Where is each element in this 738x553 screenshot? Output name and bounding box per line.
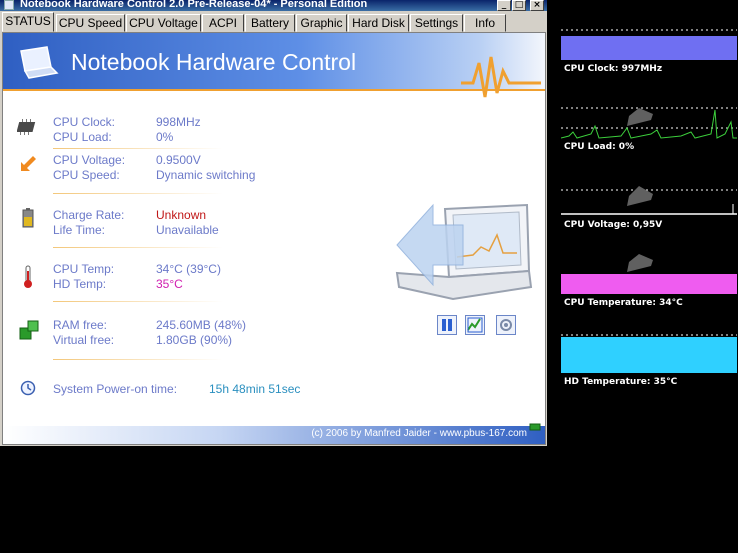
footer-bar: (c) 2006 by Manfred Jaider - www.pbus-16… (3, 423, 545, 444)
monitor-hd-temperature: HD Temperature: 35°C (561, 331, 737, 389)
cpu-temp-label: CPU Temp: (53, 262, 115, 276)
virtual-free-value: 1.80GB (90%) (156, 333, 233, 347)
power-on-label: System Power-on time: (53, 382, 178, 396)
separator (53, 301, 223, 302)
hd-temperature-graph (561, 334, 737, 373)
cpu-load-monitor-label: CPU Load: 0% (564, 142, 635, 152)
separator (53, 359, 223, 360)
pulse-wave-icon (461, 56, 541, 98)
main-window: Notebook Hardware Control 2.0 Pre-Releas… (0, 0, 547, 446)
header-divider (3, 89, 545, 91)
cpu-temperature-monitor-label: CPU Temperature: 34°C (564, 298, 683, 308)
hd-temperature-fill (561, 337, 737, 373)
battery-icon (22, 208, 34, 228)
ram-free-value: 245.60MB (48%) (156, 318, 247, 332)
cpu-load-graph (561, 107, 737, 139)
pause-button[interactable] (437, 315, 457, 335)
cpu-clock-monitor-label: CPU Clock: 997MHz (564, 64, 663, 74)
pause-icon (442, 319, 452, 331)
header-title: Notebook Hardware Control (71, 49, 357, 75)
cpu-load-label: CPU Load: (53, 130, 112, 144)
title-bar[interactable]: Notebook Hardware Control 2.0 Pre-Releas… (0, 0, 547, 11)
monitor-cpu-clock: CPU Clock: 997MHz (561, 18, 737, 76)
ram-free-label: RAM free: (53, 318, 108, 332)
power-on-value: 15h 48min 51sec (209, 382, 301, 396)
window-title: Notebook Hardware Control 2.0 Pre-Releas… (20, 0, 368, 10)
thermometer-icon (24, 265, 32, 288)
cpu-clock-row: CPU Clock: (53, 115, 115, 130)
hd-temperature-monitor-label: HD Temperature: 35°C (564, 377, 678, 387)
separator (53, 193, 223, 194)
status-panel: Notebook Hardware Control CPU Clock: 998… (2, 32, 546, 445)
maximize-button[interactable]: □ (512, 0, 526, 11)
life-time-label: Life Time: (53, 223, 106, 237)
cpu-clock-fill (561, 36, 737, 60)
cpu-voltage-monitor-label: CPU Voltage: 0,95V (564, 220, 663, 230)
separator (53, 247, 223, 248)
charge-rate-label: Charge Rate: (53, 208, 125, 222)
graph-button[interactable] (465, 315, 485, 335)
app-icon (4, 0, 14, 10)
tab-settings[interactable]: Settings (410, 14, 463, 32)
tab-battery[interactable]: Battery (245, 14, 295, 32)
laptop-logo-icon (20, 46, 59, 79)
cpu-voltage-value: 0.9500V (156, 153, 201, 167)
tab-status[interactable]: STATUS (2, 12, 54, 32)
tab-info[interactable]: Info (464, 14, 506, 32)
monitor-cpu-temperature: CPU Temperature: 34°C (561, 252, 737, 310)
voltage-arrow-icon (21, 156, 36, 171)
hd-temp-value: 35°C (156, 277, 183, 291)
tab-cpu-speed[interactable]: CPU Speed (56, 14, 125, 32)
chip-icon (17, 119, 36, 135)
memory-icon (19, 320, 39, 340)
cpu-voltage-label: CPU Voltage: (53, 153, 126, 167)
cpu-temp-value: 34°C (39°C) (156, 262, 221, 276)
memory-chip-icon (529, 423, 541, 431)
close-button[interactable]: × (530, 0, 544, 11)
virtual-free-label: Virtual free: (53, 333, 115, 347)
cpu-speed-label: CPU Speed: (53, 168, 120, 182)
cpu-load-value: 0% (156, 130, 174, 144)
tab-acpi[interactable]: ACPI (202, 14, 244, 32)
life-time-value: Unavailable (156, 223, 219, 237)
tab-hard-disk[interactable]: Hard Disk (348, 14, 409, 32)
cpu-voltage-graph (561, 186, 737, 215)
monitor-cpu-voltage: CPU Voltage: 0,95V (561, 174, 737, 232)
graph-icon (467, 317, 483, 333)
cpu-clock-graph (561, 29, 737, 60)
cpu-clock-label: CPU Clock: (53, 115, 116, 129)
cpu-temperature-fill (561, 274, 737, 294)
cpu-clock-value: 998MHz (156, 115, 201, 129)
monitor-cpu-load: CPU Load: 0% (561, 96, 737, 154)
header-banner: Notebook Hardware Control (3, 33, 545, 98)
settings-button[interactable] (496, 315, 516, 335)
laptop-illustration-icon (395, 203, 533, 301)
separator (53, 148, 223, 149)
settings-icon (500, 319, 512, 331)
hd-temp-label: HD Temp: (53, 277, 107, 291)
footer-credit: (c) 2006 by Manfred Jaider - www.pbus-16… (311, 428, 527, 439)
tab-graphic[interactable]: Graphic (296, 14, 347, 32)
minimize-button[interactable]: _ (497, 0, 511, 11)
cpu-speed-value: Dynamic switching (156, 168, 256, 182)
cpu-temperature-graph (561, 254, 737, 294)
clock-icon (20, 380, 36, 396)
charge-rate-value: Unknown (156, 208, 207, 222)
tab-cpu-voltage[interactable]: CPU Voltage (126, 14, 201, 32)
